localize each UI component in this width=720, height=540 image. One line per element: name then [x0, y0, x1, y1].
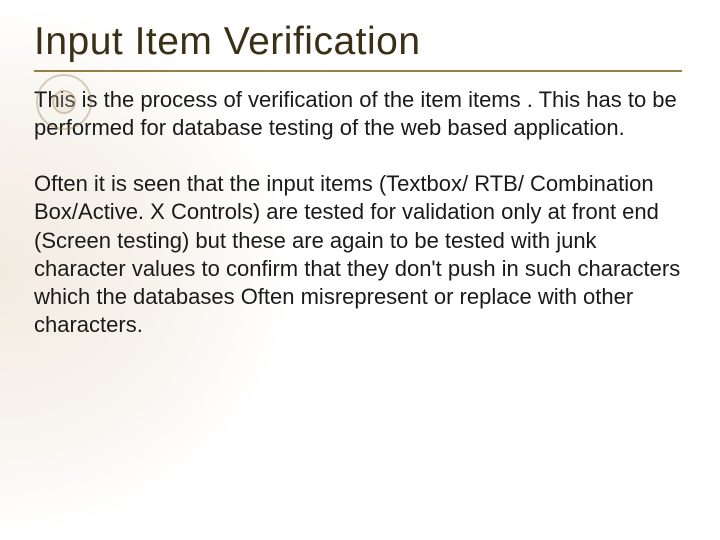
paragraph-1: This is the process of verification of t… — [34, 86, 682, 142]
paragraph-2: Often it is seen that the input items (T… — [34, 170, 682, 339]
slide-body: This is the process of verification of t… — [34, 86, 682, 339]
slide: Input Item Verification This is the proc… — [0, 0, 720, 540]
slide-title: Input Item Verification — [34, 20, 682, 72]
